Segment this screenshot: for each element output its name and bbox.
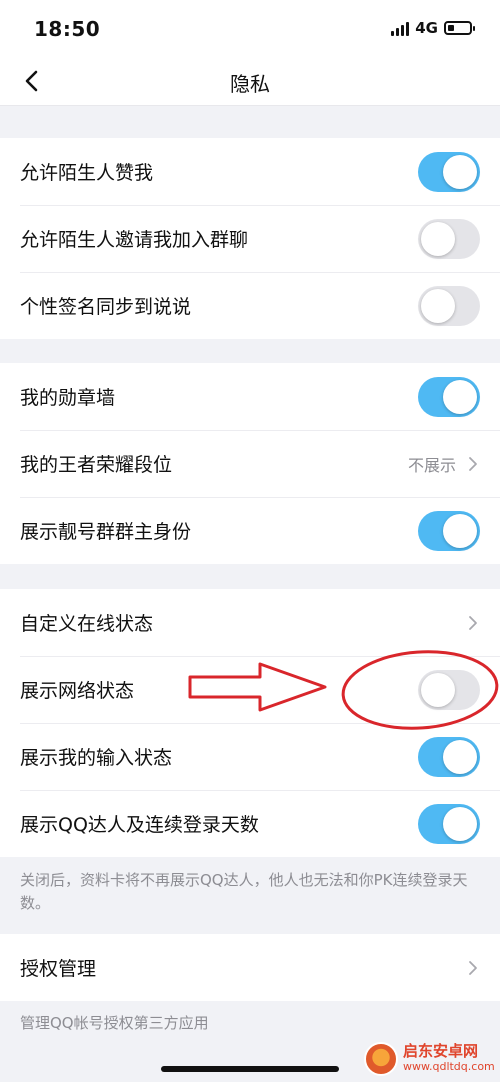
- row-signature-sync: 个性签名同步到说说: [0, 272, 500, 339]
- toggle-pretty-number-owner[interactable]: [418, 510, 480, 551]
- network-type: 4G: [415, 19, 438, 37]
- row-label: 授权管理: [20, 958, 97, 980]
- nav-bar: 隐私: [0, 58, 500, 106]
- row-allow-stranger-like: 允许陌生人赞我: [0, 138, 500, 205]
- watermark: 启东安卓网 www.qdltdq.com: [364, 1042, 495, 1076]
- row-label: 我的勋章墙: [20, 387, 116, 409]
- authorization-footnote: 管理QQ帐号授权第三方应用: [20, 1014, 209, 1032]
- status-bar: 18:50 4G: [0, 0, 500, 58]
- row-label: 展示QQ达人及连续登录天数: [20, 814, 259, 836]
- toggle-show-network-status[interactable]: [418, 669, 480, 710]
- watermark-logo-icon: [364, 1042, 398, 1076]
- settings-group-1: 允许陌生人赞我 允许陌生人邀请我加入群聊 个性签名同步到说说: [0, 138, 500, 339]
- page-title: 隐私: [230, 72, 270, 96]
- row-medal-wall: 我的勋章墙: [0, 363, 500, 430]
- watermark-title: 启东安卓网: [403, 1042, 479, 1060]
- row-pretty-number-owner: 展示靓号群群主身份: [0, 497, 500, 564]
- row-show-qq-expert: 展示QQ达人及连续登录天数: [0, 790, 500, 857]
- chevron-right-icon: [469, 615, 477, 630]
- row-label: 自定义在线状态: [20, 613, 154, 635]
- signal-icon: [391, 20, 410, 36]
- row-label: 展示靓号群群主身份: [20, 521, 192, 543]
- row-honor-of-kings-rank[interactable]: 我的王者荣耀段位 不展示: [0, 430, 500, 497]
- toggle-signature-sync[interactable]: [418, 285, 480, 326]
- settings-group-4: 授权管理: [0, 934, 500, 1001]
- toggle-show-typing-status[interactable]: [418, 736, 480, 777]
- toggle-medal-wall[interactable]: [418, 376, 480, 417]
- row-label: 允许陌生人邀请我加入群聊: [20, 229, 249, 251]
- settings-group-2: 我的勋章墙 我的王者荣耀段位 不展示 展示靓号群群主身份: [0, 363, 500, 564]
- row-label: 展示网络状态: [20, 680, 135, 702]
- row-show-network-status: 展示网络状态: [0, 656, 500, 723]
- row-label: 个性签名同步到说说: [20, 296, 192, 318]
- row-label: 展示我的输入状态: [20, 747, 173, 769]
- row-label: 我的王者荣耀段位: [20, 454, 173, 476]
- chevron-right-icon: [469, 960, 477, 975]
- row-custom-online-status[interactable]: 自定义在线状态: [0, 589, 500, 656]
- row-allow-stranger-invite: 允许陌生人邀请我加入群聊: [0, 205, 500, 272]
- chevron-right-icon: [469, 456, 477, 471]
- toggle-show-qq-expert[interactable]: [418, 803, 480, 844]
- row-value: 不展示: [407, 455, 456, 475]
- toggle-allow-stranger-invite[interactable]: [418, 218, 480, 259]
- row-label: 允许陌生人赞我: [20, 162, 154, 184]
- home-indicator[interactable]: [161, 1066, 339, 1072]
- row-authorization-management[interactable]: 授权管理: [0, 934, 500, 1001]
- battery-icon: [444, 21, 475, 35]
- qq-expert-footnote: 关闭后，资料卡将不再展示QQ达人，他人也无法和你PK连续登录天数。: [20, 871, 468, 912]
- status-icons: 4G: [391, 19, 475, 37]
- toggle-allow-stranger-like[interactable]: [418, 151, 480, 192]
- status-time: 18:50: [34, 17, 101, 41]
- watermark-url: www.qdltdq.com: [403, 1060, 495, 1073]
- settings-group-3: 自定义在线状态 展示网络状态 展示我的输入状态 展示QQ达人及连续登录天数: [0, 589, 500, 857]
- row-show-typing-status: 展示我的输入状态: [0, 723, 500, 790]
